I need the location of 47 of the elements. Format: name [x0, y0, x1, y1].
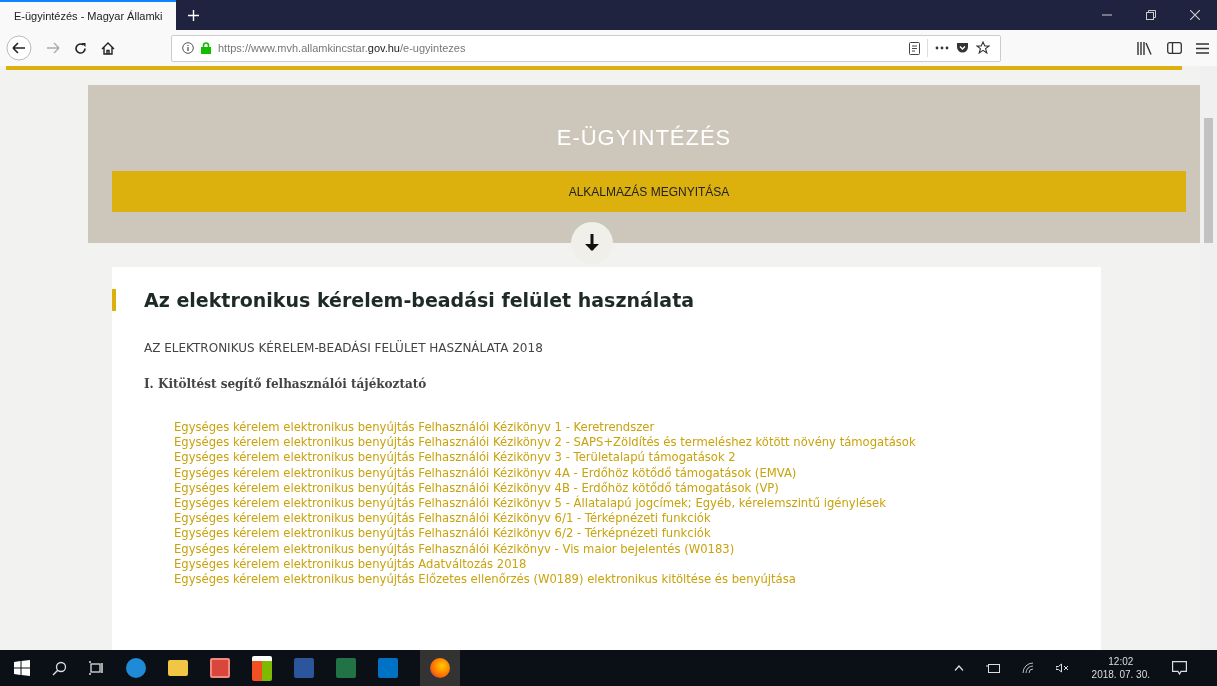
library-icon[interactable]: [1137, 41, 1153, 55]
document-link[interactable]: Egységes kérelem elektronikus benyújtás Felhasználói Kézikönyv 4A - Erdőhöz kötődő támogatások (EMVA): [174, 465, 1101, 481]
windows-start-icon[interactable]: [14, 660, 30, 676]
document-link[interactable]: Egységes kérelem elektronikus benyújtás Felhasználói Kézikönyv 2 - SAPS+Zöldítés és termeléshez kötött növény támogatások: [174, 435, 1101, 451]
sidebar-icon[interactable]: [1167, 42, 1182, 54]
address-bar[interactable]: https://www.mvh.allamkincstar.gov.hu/e-ugyintezes: [171, 34, 1001, 62]
search-icon[interactable]: [52, 660, 67, 676]
url-text: https://www.mvh.allamkincstar.gov.hu/e-ugyintezes: [218, 42, 466, 54]
notification-icon[interactable]: [1172, 661, 1187, 675]
document-link[interactable]: Egységes kérelem elektronikus benyújtás Felhasználói Kézikönyv - Vis maior bejelentés (W0183): [174, 541, 1101, 557]
new-tab-icon[interactable]: [188, 9, 199, 21]
article-subtitle: AZ ELEKTRONIKUS KÉRELEM-BEADÁSI FELÜLET HASZNÁLATA 2018: [144, 341, 544, 355]
tab-title: E-ügyintézés - Magyar Államki: [14, 10, 163, 22]
restore-icon[interactable]: [1146, 10, 1156, 20]
scrollbar[interactable]: [1200, 66, 1217, 650]
chevron-up-icon[interactable]: [953, 665, 964, 671]
document-link[interactable]: Egységes kérelem elektronikus benyújtás Felhasználói Kézikönyv 4B - Erdőhöz kötődő támogatások (VP): [174, 480, 1101, 496]
muted-speaker-icon[interactable]: [1055, 663, 1070, 673]
document-link[interactable]: Egységes kérelem elektronikus benyújtás Felhasználói Kézikönyv 5 - Állatalapú jogcímek; Egyéb, kérelemszintű igénylések: [174, 496, 1101, 512]
document-link[interactable]: Egységes kérelem elektronikus benyújtás Felhasználói Kézikönyv 6/1 - Térképnézeti funkciók: [174, 511, 1101, 527]
task-view-icon[interactable]: [89, 661, 104, 675]
page-title: E-ÜGYINTÉZÉS: [556, 125, 732, 151]
open-application-button[interactable]: ALKALMAZÁS MEGNYITÁSA: [112, 171, 1186, 212]
clock-time: 12:02: [1108, 655, 1134, 668]
document-link[interactable]: Egységes kérelem elektronikus benyújtás Adatváltozás 2018: [174, 556, 1101, 573]
browser-tab[interactable]: E-ügyintézés - Magyar Államki: [0, 0, 176, 30]
menu-icon[interactable]: [1196, 42, 1209, 54]
lock-icon: [201, 42, 211, 54]
info-icon[interactable]: [182, 42, 194, 54]
reader-view-icon[interactable]: [909, 41, 920, 55]
pocket-icon[interactable]: [956, 42, 969, 54]
document-link[interactable]: Egységes kérelem elektronikus benyújtás Előzetes ellenőrzés (W0189) elektronikus kitöltése és benyújtása: [174, 572, 1101, 588]
document-link[interactable]: Egységes kérelem elektronikus benyújtás Felhasználói Kézikönyv 3 - Területalapú támogatások 2: [174, 450, 1101, 466]
close-window-icon[interactable]: [1190, 10, 1200, 20]
app-tile-icon[interactable]: [210, 658, 230, 678]
article-heading: Az elektronikus kérelem-beadási felület használata: [112, 289, 1101, 311]
home-icon[interactable]: [101, 41, 115, 55]
section-heading: I. Kitöltést segítő felhasználói tájékoztató: [144, 377, 428, 391]
wifi-icon[interactable]: [1021, 662, 1034, 674]
star-icon[interactable]: [976, 41, 990, 55]
document-link[interactable]: Egységes kérelem elektronikus benyújtás Felhasználói Kézikönyv 1 - Keretrendszer: [174, 420, 1101, 436]
back-icon[interactable]: [6, 35, 32, 61]
more-icon[interactable]: [935, 46, 949, 50]
reload-icon[interactable]: [74, 41, 87, 55]
clock-date: 2018. 07. 30.: [1091, 668, 1150, 681]
document-link[interactable]: Egységes kérelem elektronikus benyújtás Felhasználói Kézikönyv 6/2 - Térképnézeti funkciók: [174, 526, 1101, 542]
battery-icon[interactable]: [985, 663, 1000, 673]
